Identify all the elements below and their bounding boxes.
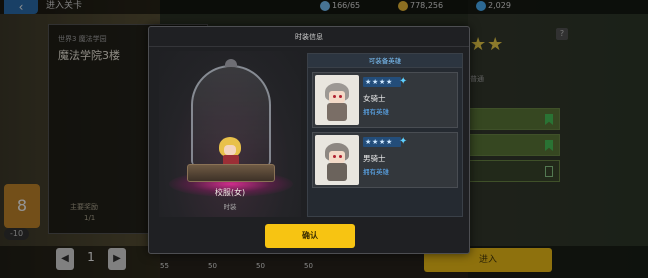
dome-knob xyxy=(225,59,237,67)
star-icon: ★ xyxy=(386,78,393,86)
hero-card-male-knight[interactable]: ★ ★ ★ ★ ✦ 男骑士 拥有英雄 xyxy=(312,132,458,188)
star-icon: ★ xyxy=(365,78,372,86)
hero-owned-status: 拥有英雄 xyxy=(363,108,389,116)
dialog-title: 时装信息 xyxy=(149,27,469,47)
hero-portrait xyxy=(315,75,359,125)
star-icon: ★ xyxy=(372,78,379,86)
star-icon: ★ xyxy=(379,138,386,146)
star-icon: ★ xyxy=(365,138,372,146)
pedestal-base xyxy=(187,164,275,182)
costume-name: 校服(女) xyxy=(214,188,246,197)
hero-name: 男骑士 xyxy=(363,154,386,163)
confirm-button[interactable]: 确认 xyxy=(265,224,355,248)
rank-gem-icon: ✦ xyxy=(399,136,408,147)
hero-name: 女骑士 xyxy=(363,94,386,103)
hero-card-female-knight[interactable]: ★ ★ ★ ★ ✦ 女骑士 拥有英雄 xyxy=(312,72,458,128)
hero-star-rating: ★ ★ ★ ★ ✦ xyxy=(363,76,407,87)
equippable-heroes-header: 可装备英雄 xyxy=(308,54,462,68)
hero-star-rating: ★ ★ ★ ★ ✦ xyxy=(363,136,407,147)
equippable-heroes-panel: 可装备英雄 ★ ★ ★ ★ ✦ 女骑士 拥有英雄 ★ ★ ★ ★ ✦ 男骑士 拥… xyxy=(307,53,463,217)
star-icon: ★ xyxy=(379,78,386,86)
star-icon: ★ xyxy=(372,138,379,146)
costume-type: 时装 xyxy=(223,203,237,211)
costume-figure-face xyxy=(224,145,236,155)
rank-gem-icon: ✦ xyxy=(399,76,408,87)
star-icon: ★ xyxy=(386,138,393,146)
hero-owned-status: 拥有英雄 xyxy=(363,168,389,176)
costume-info-dialog: 时装信息 校服(女) 时装 可装备英雄 ★ ★ ★ ★ ✦ 女骑士 拥有英雄 ★… xyxy=(148,26,470,254)
hero-portrait xyxy=(315,135,359,185)
